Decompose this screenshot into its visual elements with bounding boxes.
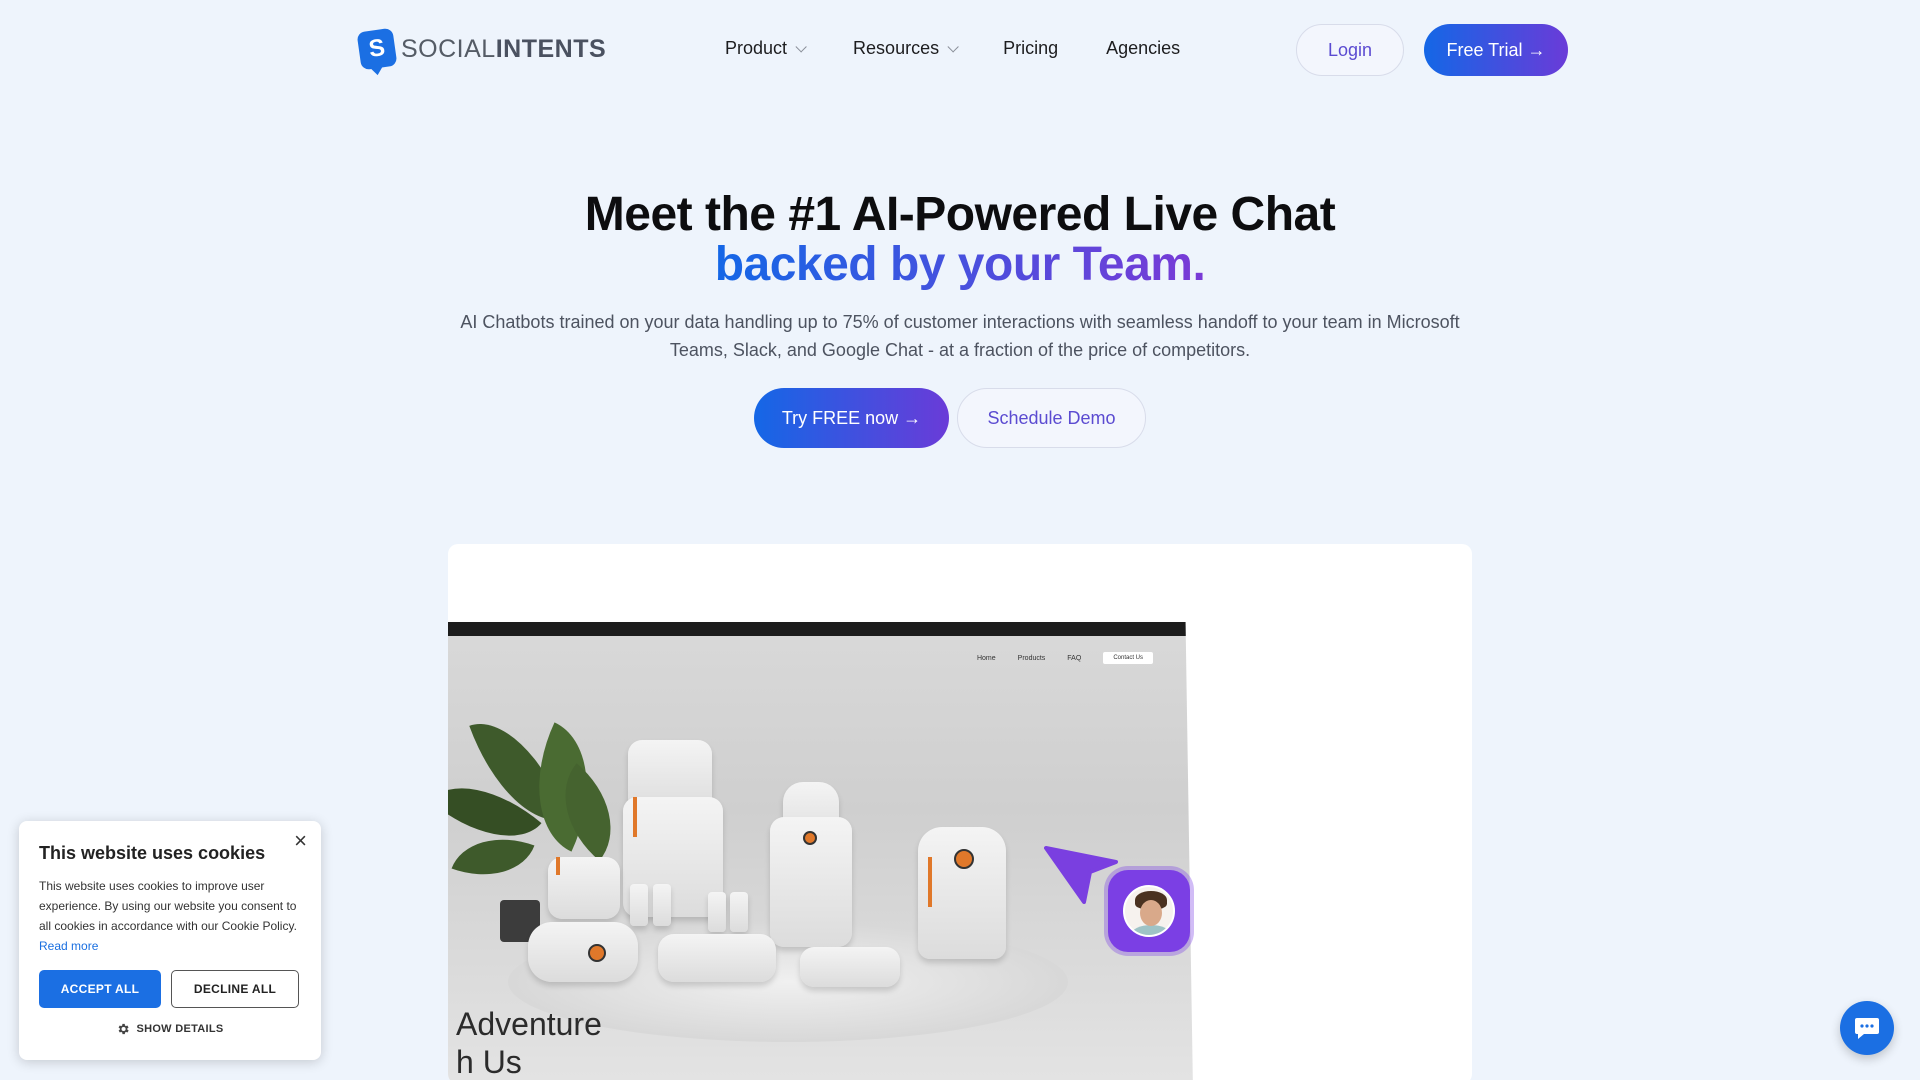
mock-nav-item: Home [976, 654, 996, 662]
show-details-button[interactable]: SHOW DETAILS [39, 1022, 301, 1036]
logo[interactable]: S SOCIALINTENTS [356, 27, 607, 71]
nav-item-label: Agencies [1106, 38, 1181, 58]
logo-text: SOCIALINTENTS [401, 34, 607, 63]
gear-icon [119, 1023, 130, 1035]
main-menu: Product Resources Pricing Agencies [725, 38, 1228, 59]
logo-icon: S [356, 27, 398, 71]
agent-avatar [1123, 885, 1175, 937]
nav-item-label: Pricing [1003, 38, 1059, 58]
demo-preview-card: Home Products FAQ Contact Us Adventure h… [448, 544, 1472, 1080]
schedule-demo-button[interactable]: Schedule Demo [957, 388, 1146, 448]
accept-all-button[interactable]: ACCEPT ALL [39, 970, 161, 1008]
nav-item-label: Resources [853, 38, 940, 58]
agent-avatar-bubble [1108, 870, 1190, 952]
mock-hero-headline: Adventure h Us [456, 1006, 602, 1080]
login-button[interactable]: Login [1296, 24, 1404, 76]
mock-nav-item: FAQ [1067, 654, 1082, 662]
close-icon[interactable]: × [294, 829, 307, 853]
mock-nav: Home Products FAQ Contact Us [977, 652, 1153, 664]
read-more-link[interactable]: Read more [39, 939, 98, 953]
hero-title: Meet the #1 AI-Powered Live Chat [584, 188, 1336, 241]
mock-contact-button: Contact Us [1103, 652, 1153, 664]
nav-item-agencies[interactable]: Agencies [1106, 38, 1180, 59]
nav-item-pricing[interactable]: Pricing [1003, 38, 1058, 59]
cookie-consent-banner: × This website uses cookies This website… [19, 821, 321, 1060]
mock-nav-item: Products [1017, 654, 1046, 662]
hero-subtitle: AI Chatbots trained on your data handlin… [460, 312, 1460, 360]
cookie-title: This website uses cookies [39, 843, 266, 863]
hero-title-highlight: backed by your Team. [714, 238, 1206, 291]
mock-browser-bar [448, 622, 1193, 636]
chat-icon [1855, 1018, 1879, 1039]
chevron-down-icon [795, 40, 807, 53]
try-free-button[interactable]: Try FREE now → [754, 388, 949, 448]
nav-item-resources[interactable]: Resources [853, 38, 959, 59]
cookie-text: This website uses cookies to improve use… [39, 879, 297, 953]
decline-all-button[interactable]: DECLINE ALL [171, 970, 299, 1008]
free-trial-button[interactable]: Free Trial → [1424, 24, 1568, 76]
chat-launcher-button[interactable] [1840, 1001, 1894, 1055]
nav-item-product[interactable]: Product [725, 38, 807, 59]
nav-item-label: Product [725, 38, 788, 58]
top-nav: S SOCIALINTENTS Product Resources Pricin… [0, 0, 1920, 100]
chevron-down-icon [947, 40, 959, 53]
